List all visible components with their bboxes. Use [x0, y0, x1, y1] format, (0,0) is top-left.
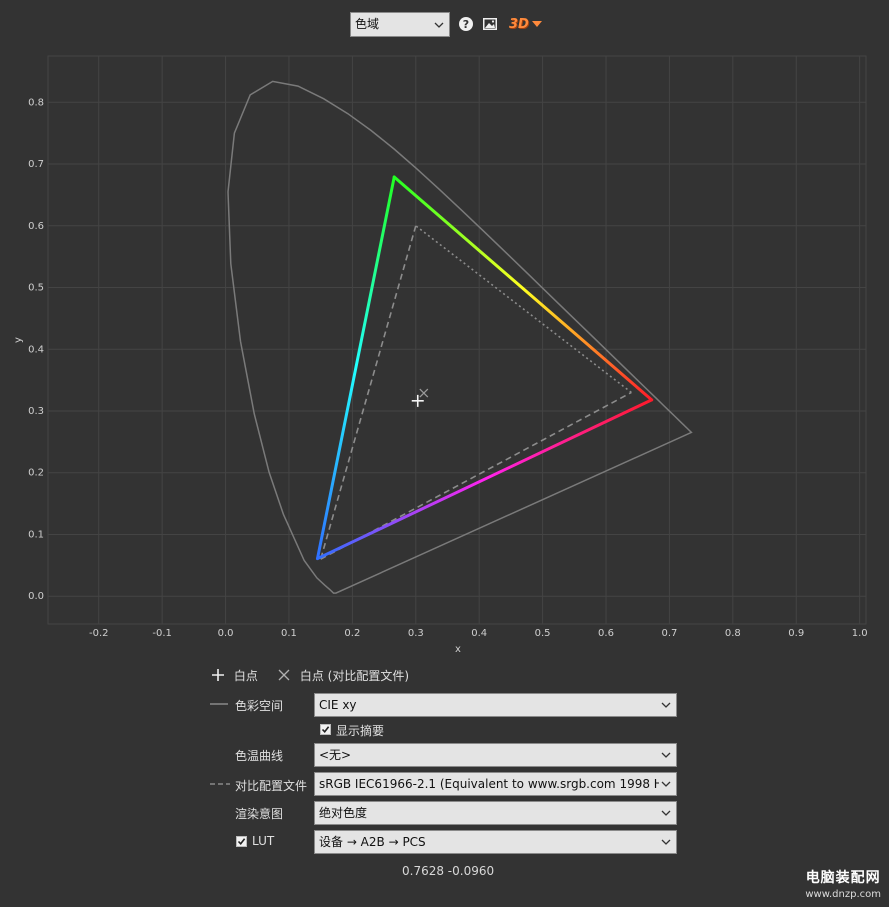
y-tick-label: 0.6 [28, 221, 44, 232]
x-tick-label: 0.0 [218, 628, 234, 639]
watermark-title: 电脑装配网 [805, 870, 881, 886]
x-tick-label: 0.6 [598, 628, 614, 639]
y-tick-label: 0.2 [28, 468, 44, 479]
compare-profile-label: 对比配置文件 [235, 779, 308, 793]
x-tick-label: 0.8 [725, 628, 741, 639]
color-space-value: CIE xy [319, 698, 357, 712]
y-tick-label: 0.5 [28, 283, 44, 294]
y-tick-label: 0.7 [28, 159, 44, 170]
chevron-down-icon [659, 694, 673, 716]
gamut-chart: -0.2 -0.1 0.0 0.1 0.2 0.3 0.4 0.5 0.6 0.7 0.8 0.9 1.… [13, 55, 868, 655]
cursor-coordinates: 0.7628 -0.0960 [402, 864, 495, 878]
device-gamut-green-blue [315, 175, 396, 561]
legend-white-point: 白点 [212, 667, 258, 684]
y-tick-label: 0.3 [28, 406, 44, 417]
lut-label[interactable]: LUT [252, 834, 274, 848]
check-icon [321, 726, 330, 734]
check-icon [237, 838, 246, 846]
threed-label: 3D [509, 16, 529, 32]
legend-compare-white-point: 白点 (对比配置文件) [278, 667, 409, 684]
toolbar: 色域 ? 3D [0, 11, 889, 37]
x-tick-label: -0.1 [152, 628, 172, 639]
lut-checkbox[interactable] [236, 836, 247, 847]
color-space-select[interactable]: CIE xy [314, 693, 677, 717]
lut-value: 设备 → A2B → PCS [319, 835, 426, 849]
x-tick-label: 0.9 [788, 628, 804, 639]
view-select-value: 色域 [355, 17, 380, 31]
chevron-down-icon [659, 802, 673, 824]
spectral-locus [227, 80, 693, 594]
solid-line-icon [210, 703, 228, 705]
cross-icon [278, 669, 290, 681]
compare-white-point-marker [419, 388, 429, 398]
x-tick-label: -0.2 [89, 628, 109, 639]
rendering-intent-value: 绝对色度 [319, 806, 368, 820]
x-tick-label: 0.4 [471, 628, 487, 639]
x-tick-label: 1.0 [852, 628, 868, 639]
y-axis-label: y [13, 337, 24, 343]
spectral-locus-layer [227, 80, 693, 594]
help-icon[interactable]: ? [458, 16, 474, 32]
device-gamut-layer [315, 175, 654, 561]
x-tick-label: 0.5 [535, 628, 551, 639]
chevron-down-icon [659, 744, 673, 766]
color-temp-select[interactable]: <无> [314, 743, 677, 767]
lut-select[interactable]: 设备 → A2B → PCS [314, 830, 677, 854]
y-tick-label: 0.1 [28, 529, 44, 540]
chevron-down-icon [432, 13, 446, 36]
x-axis-label: x [455, 644, 461, 655]
legend-compare-white-point-label: 白点 (对比配置文件) [299, 669, 410, 683]
x-tick-label: 0.2 [344, 628, 360, 639]
view-select[interactable]: 色域 [350, 12, 450, 37]
chevron-down-icon [659, 831, 673, 853]
compare-gamut-green-blue [319, 225, 417, 560]
chevron-down-icon [659, 773, 673, 795]
compare-profile-value: sRGB IEC61966-2.1 (Equivalent to www.srg… [319, 777, 659, 791]
image-icon[interactable] [482, 16, 498, 32]
x-tick-label: 0.7 [661, 628, 677, 639]
compare-gamut-layer [319, 225, 632, 560]
compare-profile-select[interactable]: sRGB IEC61966-2.1 (Equivalent to www.srg… [314, 772, 677, 796]
x-tick-label: 0.1 [281, 628, 297, 639]
color-temp-value: <无> [319, 748, 352, 762]
rendering-intent-select[interactable]: 绝对色度 [314, 801, 677, 825]
plus-icon [212, 669, 224, 681]
caret-down-icon [531, 21, 542, 27]
dashed-line-icon [210, 783, 230, 785]
tick-labels: -0.2 -0.1 0.0 0.1 0.2 0.3 0.4 0.5 0.6 0.7 0.8 0.9 1.… [28, 97, 868, 639]
y-tick-label: 0.0 [28, 591, 44, 602]
compare-gamut-red-green [415, 225, 632, 394]
y-tick-label: 0.4 [28, 344, 44, 355]
y-tick-label: 0.8 [28, 97, 44, 108]
rendering-intent-label: 渲染意图 [235, 807, 284, 821]
white-point-layer [411, 388, 429, 407]
watermark-url: www.dnzp.com [805, 889, 881, 900]
color-space-label: 色彩空间 [235, 699, 284, 713]
watermark: 电脑装配网 www.dnzp.com [805, 867, 881, 900]
device-gamut-red-green [392, 175, 654, 402]
x-tick-label: 0.3 [408, 628, 424, 639]
threed-button[interactable]: 3D [509, 14, 542, 34]
color-temp-label: 色温曲线 [235, 749, 284, 763]
svg-text:?: ? [463, 18, 469, 31]
legend-white-point-label: 白点 [233, 669, 258, 683]
show-summary-checkbox[interactable] [320, 724, 331, 735]
show-summary-label[interactable]: 显示摘要 [336, 722, 384, 739]
white-point-marker [411, 394, 424, 407]
